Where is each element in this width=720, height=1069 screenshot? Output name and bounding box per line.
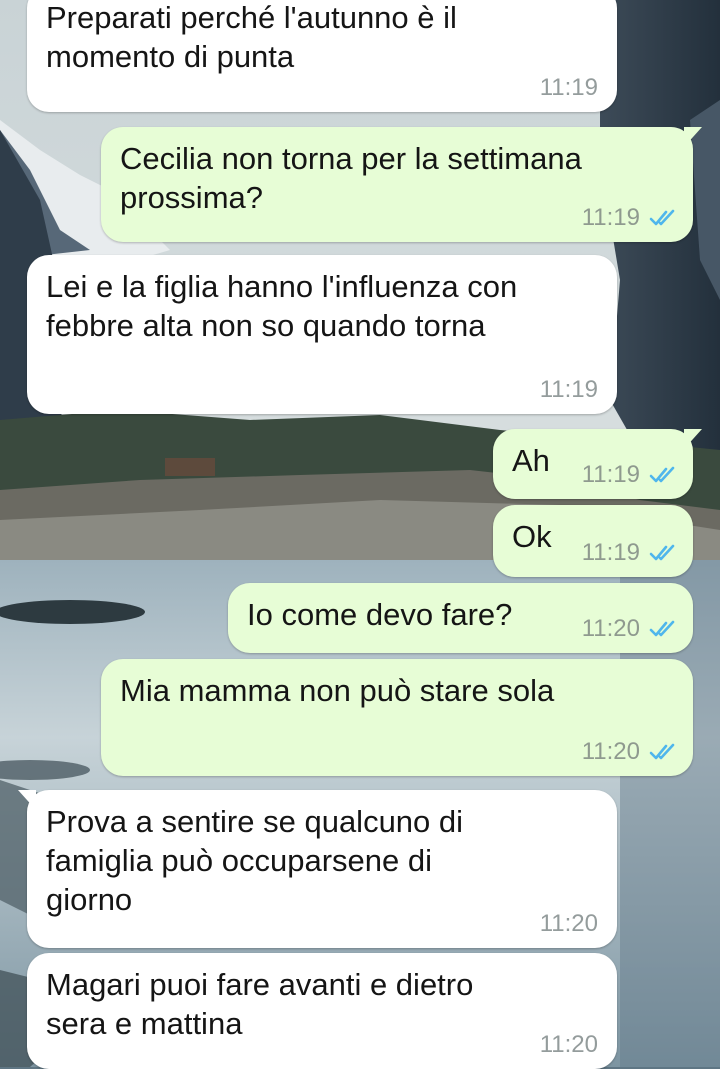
message-bubble-outgoing[interactable]: Cecilia non torna per la settimana pross… (101, 127, 702, 242)
message-bubble-outgoing[interactable]: Io come devo fare? 11:20 (228, 583, 693, 653)
message-bubble-outgoing[interactable]: Ok 11:19 (493, 505, 693, 577)
message-time: 11:19 (581, 461, 640, 488)
message-bubble-incoming[interactable]: Preparati perché l'autunno è il momento … (27, 0, 617, 112)
double-check-icon (649, 208, 677, 228)
message-text: Io come devo fare? (247, 597, 513, 632)
message-text: Magari puoi fare avanti e dietro sera e … (46, 967, 474, 1041)
message-bubble-incoming[interactable]: Lei e la figlia hanno l'influenza con fe… (27, 255, 617, 414)
double-check-icon (649, 742, 677, 762)
double-check-icon (649, 543, 677, 563)
message-bubble-incoming[interactable]: Magari puoi fare avanti e dietro sera e … (27, 953, 617, 1069)
message-text: Ok (512, 519, 552, 554)
bubble-tail (18, 790, 36, 810)
message-time: 11:19 (581, 204, 640, 231)
message-bubble-incoming[interactable]: Prova a sentire se qualcuno di famiglia … (18, 790, 617, 948)
conversation[interactable]: Preparati perché l'autunno è il momento … (0, 0, 720, 1069)
message-text: Prova a sentire se qualcuno di famiglia … (46, 804, 464, 917)
message-text: Mia mamma non può stare sola (120, 673, 555, 708)
message-time: 11:20 (581, 615, 640, 642)
message-text: Lei e la figlia hanno l'influenza con fe… (46, 269, 518, 343)
double-check-icon (649, 619, 677, 639)
message-time: 11:19 (539, 74, 598, 101)
message-time: 11:20 (581, 738, 640, 765)
bubble-tail (684, 429, 702, 449)
message-meta: 11:20 (540, 910, 598, 938)
bubble-tail (684, 127, 702, 147)
message-meta: 11:19 (582, 539, 677, 567)
message-time: 11:19 (581, 539, 640, 566)
message-meta: 11:19 (582, 461, 677, 489)
message-meta: 11:20 (540, 1031, 598, 1059)
message-bubble-outgoing[interactable]: Ah 11:19 (493, 429, 702, 499)
message-text: Ah (512, 443, 550, 478)
message-meta: 11:20 (582, 615, 677, 643)
message-time: 11:20 (539, 910, 598, 937)
message-meta: 11:20 (582, 738, 677, 766)
double-check-icon (649, 465, 677, 485)
message-text: Cecilia non torna per la settimana pross… (120, 141, 582, 215)
message-meta: 11:19 (582, 204, 677, 232)
message-meta: 11:19 (540, 74, 598, 102)
message-time: 11:19 (539, 376, 598, 403)
message-text: Preparati perché l'autunno è il momento … (46, 0, 457, 74)
message-time: 11:20 (539, 1031, 598, 1058)
message-meta: 11:19 (540, 376, 598, 404)
message-bubble-outgoing[interactable]: Mia mamma non può stare sola 11:20 (101, 659, 693, 776)
